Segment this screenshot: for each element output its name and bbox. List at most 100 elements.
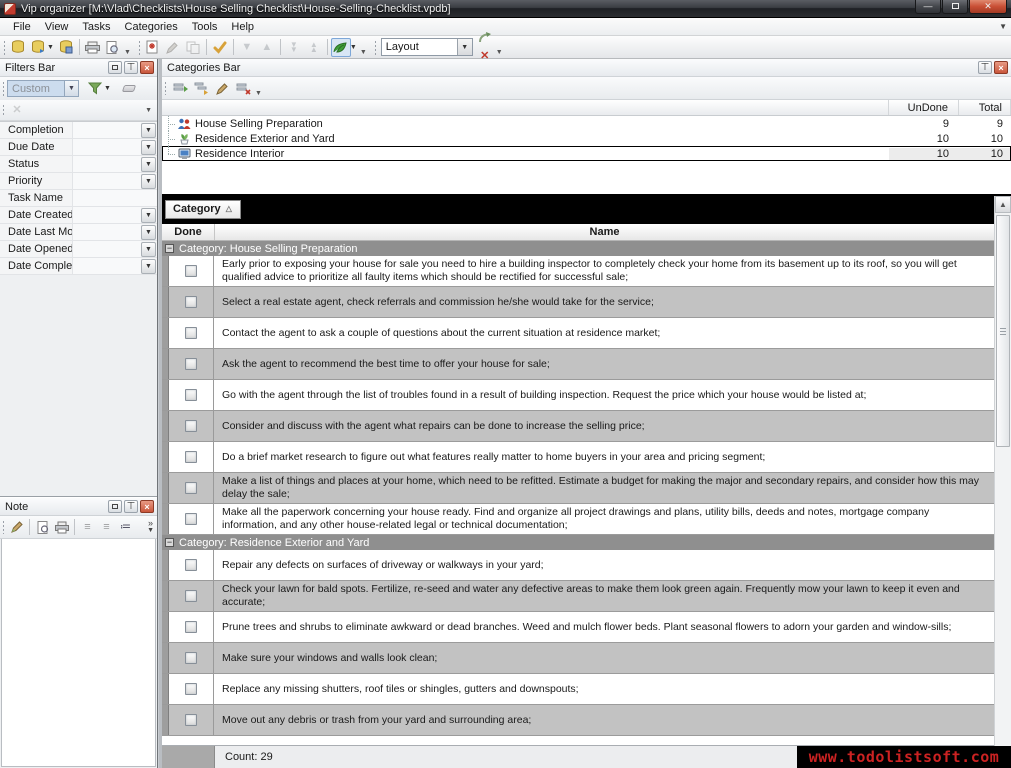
filters-options-icon[interactable]: ▼	[145, 107, 152, 114]
bullet-list-button[interactable]: ≔	[116, 518, 135, 536]
layout-toolbar-options-icon[interactable]: ▼	[496, 49, 503, 56]
notes-view-button[interactable]	[331, 38, 351, 57]
task-checkbox[interactable]	[185, 714, 197, 726]
filter-dropdown-icon[interactable]: ▼	[141, 140, 156, 155]
task-checkbox[interactable]	[185, 652, 197, 664]
task-row[interactable]: Early prior to exposing your house for s…	[162, 256, 994, 287]
note-restore-button[interactable]	[108, 500, 122, 513]
task-row[interactable]: Do a brief market research to figure out…	[162, 442, 994, 473]
apply-filter-button[interactable]	[85, 79, 105, 98]
task-row[interactable]: Make all the paperwork concerning your h…	[162, 504, 994, 535]
filter-value-field[interactable]	[72, 224, 141, 240]
delete-category-button[interactable]	[233, 79, 254, 98]
note-text-area[interactable]	[1, 539, 156, 767]
task-checkbox[interactable]	[185, 559, 197, 571]
edit-note-button[interactable]	[7, 518, 26, 536]
task-row[interactable]: Make sure your windows and walls look cl…	[162, 643, 994, 674]
menu-item-help[interactable]: Help	[224, 19, 261, 35]
collapse-icon[interactable]: −	[165, 244, 174, 253]
filter-value-field[interactable]	[72, 139, 141, 155]
edit-category-button[interactable]	[212, 79, 233, 98]
task-row[interactable]: Repair any defects on surfaces of drivew…	[162, 550, 994, 581]
task-row[interactable]: Go with the agent through the list of tr…	[162, 380, 994, 411]
filter-value-field[interactable]	[72, 190, 157, 206]
category-group-header[interactable]: −Category: Residence Exterior and Yard	[162, 535, 994, 550]
note-pin-button[interactable]: ⊤	[124, 500, 138, 513]
clear-filter-button[interactable]	[119, 79, 139, 98]
task-row[interactable]: Ask the agent to recommend the best time…	[162, 349, 994, 380]
task-row[interactable]: Select a real estate agent, check referr…	[162, 287, 994, 318]
scroll-up-icon[interactable]: ▲	[995, 196, 1011, 213]
filter-dropdown-icon[interactable]: ▼	[141, 225, 156, 240]
save-database-button[interactable]	[56, 38, 76, 57]
move-to-top-button[interactable]: ▲▲	[304, 38, 324, 57]
task-checkbox[interactable]	[185, 327, 197, 339]
menu-item-file[interactable]: File	[6, 19, 38, 35]
task-checkbox[interactable]	[185, 482, 197, 494]
file-toolbar-options-icon[interactable]: ▼	[124, 49, 131, 56]
filter-value-field[interactable]	[72, 173, 141, 189]
move-to-bottom-button[interactable]: ▼▼	[284, 38, 304, 57]
category-row-residence-interior[interactable]: Residence Interior1010	[162, 146, 1011, 161]
note-print-button[interactable]	[52, 518, 71, 536]
close-button[interactable]: ✕	[969, 0, 1007, 14]
note-close-button[interactable]: ×	[140, 500, 154, 513]
task-checkbox[interactable]	[185, 683, 197, 695]
apply-filter-dropdown-icon[interactable]: ▼	[104, 85, 111, 92]
filter-value-field[interactable]	[72, 241, 141, 257]
menu-item-categories[interactable]: Categories	[118, 19, 185, 35]
column-header-name[interactable]: Name	[215, 224, 994, 240]
move-up-button[interactable]: ▲	[257, 38, 277, 57]
categories-close-button[interactable]: ×	[994, 61, 1008, 74]
task-row[interactable]: Prune trees and shrubs to eliminate awkw…	[162, 612, 994, 643]
filter-dropdown-icon[interactable]: ▼	[141, 242, 156, 257]
task-row[interactable]: Consider and discuss with the agent what…	[162, 411, 994, 442]
menu-item-tasks[interactable]: Tasks	[75, 19, 117, 35]
column-header-undone[interactable]: UnDone	[889, 100, 959, 115]
filter-preset-combobox[interactable]: Custom ▼	[7, 80, 79, 97]
filter-value-field[interactable]	[72, 156, 141, 172]
group-by-category-button[interactable]: Category △	[165, 200, 241, 219]
filters-pin-button[interactable]: ⊤	[124, 61, 138, 74]
edit-layout-button[interactable]	[475, 28, 495, 47]
category-group-header[interactable]: −Category: House Selling Preparation	[162, 241, 994, 256]
print-button[interactable]	[83, 38, 103, 57]
note-toolbar-more[interactable]: »▼	[147, 519, 154, 535]
align-center-button[interactable]: ≡	[97, 518, 116, 536]
task-row[interactable]: Make a list of things and places at your…	[162, 473, 994, 504]
task-row[interactable]: Replace any missing shutters, roof tiles…	[162, 674, 994, 705]
task-checkbox[interactable]	[185, 621, 197, 633]
task-row[interactable]: Check your lawn for bald spots. Fertiliz…	[162, 581, 994, 612]
remove-filter-button[interactable]: ✕	[7, 101, 27, 120]
task-checkbox[interactable]	[185, 265, 197, 277]
menubar-options-icon[interactable]: ▼	[999, 22, 1007, 31]
categories-pin-button[interactable]: ⊤	[978, 61, 992, 74]
print-preview-button[interactable]	[103, 38, 123, 57]
new-task-button[interactable]	[143, 38, 163, 57]
menu-item-view[interactable]: View	[38, 19, 76, 35]
category-row-house-selling-preparation[interactable]: House Selling Preparation99	[162, 116, 1011, 131]
new-database-button[interactable]	[8, 38, 28, 57]
new-subcategory-button[interactable]	[191, 79, 212, 98]
scrollbar-thumb[interactable]	[996, 215, 1010, 447]
filter-dropdown-icon[interactable]: ▼	[141, 174, 156, 189]
task-checkbox[interactable]	[185, 296, 197, 308]
edit-task-button[interactable]	[163, 38, 183, 57]
filters-close-button[interactable]: ×	[140, 61, 154, 74]
filter-value-field[interactable]	[72, 258, 141, 274]
column-header-done[interactable]: Done	[162, 224, 215, 240]
task-checkbox[interactable]	[185, 451, 197, 463]
filter-dropdown-icon[interactable]: ▼	[141, 208, 156, 223]
move-down-button[interactable]: ▼	[237, 38, 257, 57]
notes-view-dropdown-icon[interactable]: ▼	[350, 44, 357, 51]
open-database-dropdown-icon[interactable]: ▼	[47, 44, 54, 51]
new-category-button[interactable]	[170, 79, 191, 98]
categories-toolbar-options-icon[interactable]: ▼	[255, 90, 262, 97]
task-row[interactable]: Contact the agent to ask a couple of que…	[162, 318, 994, 349]
minimize-button[interactable]: —	[915, 0, 941, 14]
restore-button[interactable]	[942, 0, 968, 14]
task-checkbox[interactable]	[185, 358, 197, 370]
note-print-preview-button[interactable]	[33, 518, 52, 536]
category-row-residence-exterior-and-yard[interactable]: Residence Exterior and Yard1010	[162, 131, 1011, 146]
filter-dropdown-icon[interactable]: ▼	[141, 123, 156, 138]
